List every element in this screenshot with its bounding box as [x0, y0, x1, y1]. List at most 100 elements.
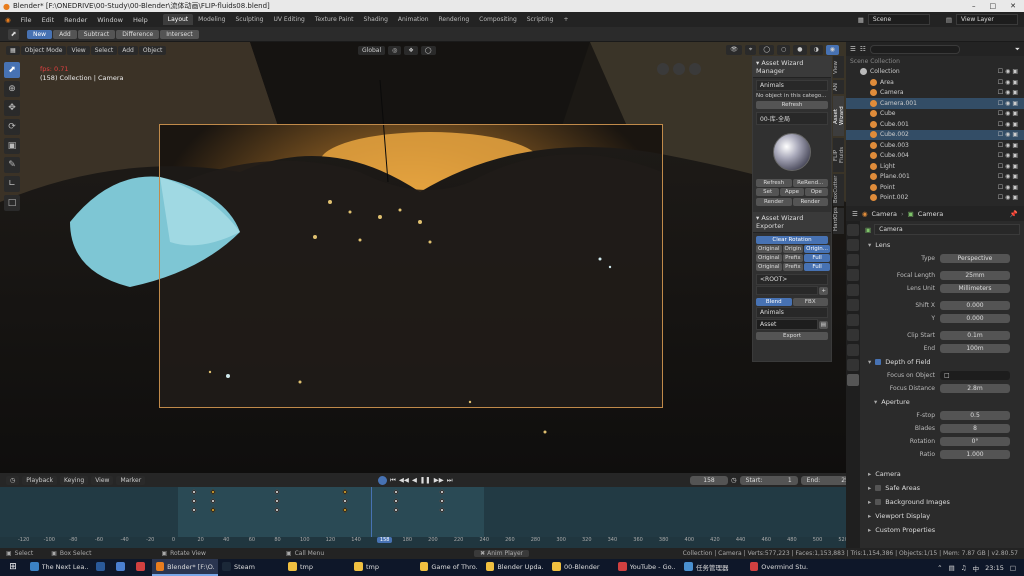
- visibility-toggle-icons[interactable]: ☐◉▣: [998, 110, 1020, 117]
- orientation-dropdown[interactable]: Global: [358, 45, 386, 55]
- tab-texture-paint[interactable]: Texture Paint: [310, 14, 359, 25]
- object-menu[interactable]: Object: [138, 45, 167, 55]
- keyframe-marker[interactable]: [342, 507, 348, 513]
- rerender-button[interactable]: ReRend...: [792, 179, 828, 187]
- set-button[interactable]: Set: [756, 188, 780, 196]
- menu-file[interactable]: File: [16, 16, 37, 24]
- maximize-icon[interactable]: □: [990, 2, 997, 10]
- rotate-icon[interactable]: ⟳: [4, 119, 20, 135]
- keyframe-marker[interactable]: [342, 489, 348, 495]
- export-option-prefix-2[interactable]: Prefix: [782, 263, 804, 271]
- export-option-full-2[interactable]: Full: [804, 263, 831, 271]
- world-properties-icon[interactable]: [847, 299, 859, 311]
- taskbar-app-button[interactable]: tmp: [350, 559, 416, 576]
- camera-type-dropdown[interactable]: Perspective: [940, 253, 1010, 263]
- taskbar-app-button[interactable]: Steam: [218, 559, 284, 576]
- zoom-icon[interactable]: [689, 63, 701, 75]
- view-menu[interactable]: View: [67, 45, 90, 55]
- mode-difference-button[interactable]: Difference: [116, 29, 160, 39]
- taskbar-app-button[interactable]: The Next Lea...: [26, 559, 92, 576]
- snap-icon[interactable]: ❖: [404, 45, 418, 55]
- export-option-full-1[interactable]: Full: [804, 254, 831, 262]
- blades-field[interactable]: 8: [940, 423, 1010, 433]
- breadcrumb-data[interactable]: Camera: [918, 210, 944, 218]
- clip-end-field[interactable]: 100m: [940, 343, 1010, 353]
- aperture-section[interactable]: ▾ Aperture: [862, 395, 1024, 409]
- asset-preview-thumbnail[interactable]: [756, 127, 828, 177]
- select-menu[interactable]: Select: [90, 45, 118, 55]
- jump-end-icon[interactable]: ⏭: [447, 476, 453, 485]
- taskbar-app-button[interactable]: Blender Upda...: [482, 559, 548, 576]
- focus-object-field[interactable]: □: [940, 370, 1010, 380]
- visibility-toggle-icons[interactable]: ☐◉▣: [998, 142, 1020, 149]
- visibility-toggle-icons[interactable]: ☐◉▣: [998, 163, 1020, 170]
- outliner-row[interactable]: Plane.001 ☐◉▣: [846, 172, 1024, 183]
- taskbar-app-button[interactable]: [132, 559, 152, 576]
- anim-player-button[interactable]: ✖ Anim Player: [474, 550, 530, 557]
- mode-add-button[interactable]: Add: [53, 29, 77, 39]
- measure-icon[interactable]: ∟: [4, 176, 20, 192]
- library-dropdown[interactable]: 00-库-全局: [756, 112, 828, 125]
- taskbar-app-button[interactable]: 00-Blender: [548, 559, 614, 576]
- tab-sculpting[interactable]: Sculpting: [230, 14, 268, 25]
- format-fbx-button[interactable]: FBX: [792, 298, 828, 306]
- start-frame-field[interactable]: Start: 1: [739, 475, 798, 485]
- outliner-search-input[interactable]: [869, 44, 960, 54]
- scene-properties-icon[interactable]: [847, 284, 859, 296]
- export-option-origin-1[interactable]: Origin: [782, 245, 804, 253]
- overlay-icon[interactable]: ◯: [759, 45, 774, 55]
- visibility-toggle-icons[interactable]: ☐◉▣: [998, 121, 1020, 128]
- menu-render[interactable]: Render: [59, 16, 92, 24]
- keyframe-marker[interactable]: [439, 498, 445, 504]
- sidebar-tab-asset-wizard[interactable]: Asset Wizard: [833, 96, 845, 136]
- editor-type-icon[interactable]: ▦: [6, 45, 20, 55]
- keyframe-marker[interactable]: [393, 498, 399, 504]
- background-images-checkbox[interactable]: [875, 499, 882, 505]
- pan-hand-icon[interactable]: [673, 63, 685, 75]
- visibility-toggle-icons[interactable]: ☐◉▣: [998, 184, 1020, 191]
- gizmo-icon[interactable]: ⌖: [744, 45, 757, 55]
- outliner-editor-icon[interactable]: ☰: [850, 45, 856, 53]
- scale-icon[interactable]: ▣: [4, 138, 20, 154]
- mode-dropdown[interactable]: Object Mode: [20, 45, 67, 55]
- export-option-origin-2[interactable]: Origin...: [804, 245, 831, 253]
- view-layer-icon[interactable]: ▤: [946, 16, 952, 24]
- keyframe-marker[interactable]: [393, 507, 399, 513]
- background-images-section[interactable]: ▸ Background Images: [862, 495, 1024, 509]
- shift-y-field[interactable]: 0.000: [940, 313, 1010, 323]
- outliner-funnel-icon[interactable]: ⏷: [1015, 45, 1020, 54]
- keyframe-marker[interactable]: [191, 489, 197, 495]
- close-anim-icon[interactable]: ✖: [480, 550, 485, 557]
- mode-subtract-button[interactable]: Subtract: [77, 29, 116, 39]
- thumbnail-refresh-button[interactable]: Refresh: [756, 179, 792, 187]
- keying-menu[interactable]: Keying: [60, 475, 89, 485]
- timeline-editor-icon[interactable]: ◷: [6, 475, 20, 485]
- select-tool-icon[interactable]: ⬈: [8, 28, 19, 40]
- visibility-toggle-icons[interactable]: ☐◉▣: [998, 194, 1020, 201]
- pin-icon[interactable]: 📌: [1010, 210, 1018, 218]
- taskbar-app-button[interactable]: [112, 559, 132, 576]
- menu-window[interactable]: Window: [92, 16, 128, 24]
- depth-of-field-section[interactable]: ▾ Depth of Field: [862, 355, 1024, 369]
- clear-rotation-button[interactable]: Clear Rotation: [756, 236, 828, 244]
- export-option-prefix-1[interactable]: Prefix: [782, 254, 804, 262]
- outliner-row[interactable]: Camera.001 ☐◉▣: [846, 98, 1024, 109]
- keyframe-marker[interactable]: [439, 489, 445, 495]
- lens-unit-dropdown[interactable]: Millimeters: [940, 283, 1010, 293]
- refresh-button[interactable]: Refresh: [756, 101, 828, 109]
- sidebar-tab-an[interactable]: AN: [833, 80, 844, 94]
- current-frame-field[interactable]: 158: [690, 475, 728, 485]
- visibility-toggle-icons[interactable]: ☐◉▣: [998, 173, 1020, 180]
- sidebar-tab-boxcutter[interactable]: BoxCutter: [833, 174, 844, 206]
- clip-start-field[interactable]: 0.1m: [940, 330, 1010, 340]
- outliner-row[interactable]: Point.002 ☐◉▣: [846, 193, 1024, 204]
- outliner-filter-icon[interactable]: ☷: [860, 45, 866, 53]
- taskbar-app-button[interactable]: Game of Thro...: [416, 559, 482, 576]
- jump-start-icon[interactable]: ⏮: [390, 476, 396, 485]
- view-layer-properties-icon[interactable]: [847, 269, 859, 281]
- outliner-row[interactable]: Point ☐◉▣: [846, 182, 1024, 193]
- mode-new-button[interactable]: New: [27, 29, 53, 39]
- shift-x-field[interactable]: 0.000: [940, 300, 1010, 310]
- tray-chevron-icon[interactable]: ⌃: [937, 564, 942, 572]
- proportional-edit-icon[interactable]: ◯: [420, 45, 436, 55]
